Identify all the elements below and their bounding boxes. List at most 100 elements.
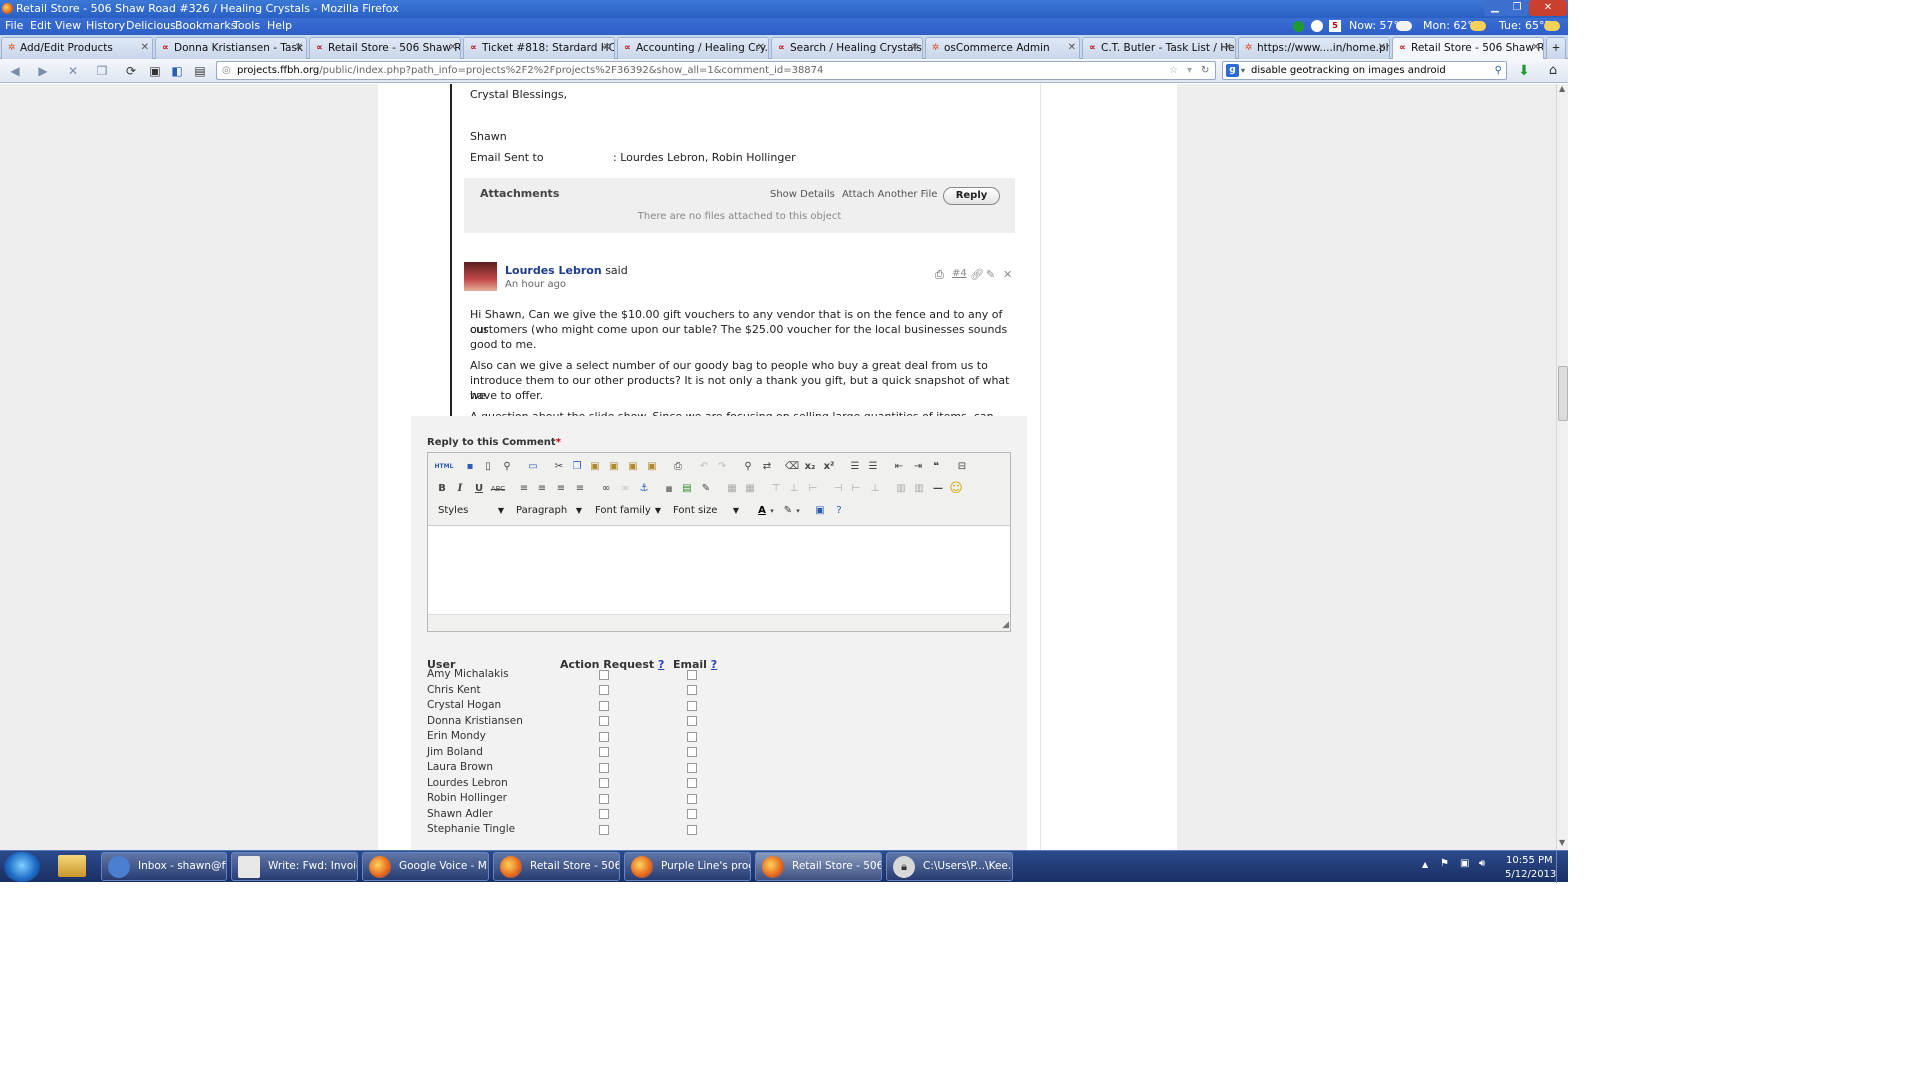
styles-dropdown[interactable]: Styles ▼ (434, 503, 506, 519)
comment-author-link[interactable]: Lourdes Lebron (505, 264, 602, 277)
copy-icon[interactable]: ❐ (569, 459, 585, 475)
tab-retail-store[interactable]: ∝Retail Store - 506 Shaw Ro...✕ (309, 37, 461, 59)
close-icon[interactable]: ✕ (1068, 38, 1076, 58)
numbered-list-icon[interactable]: ☰ (847, 459, 863, 475)
email-checkbox[interactable] (687, 747, 697, 757)
email-checkbox[interactable] (687, 778, 697, 788)
replace-icon[interactable]: ⇄ (759, 459, 775, 475)
anchor-icon[interactable]: ⚓ (636, 481, 652, 497)
action-request-checkbox[interactable] (599, 716, 609, 726)
close-icon[interactable]: ✕ (295, 38, 303, 58)
menu-file[interactable]: File (5, 19, 23, 32)
show-desktop-button[interactable] (1556, 851, 1568, 883)
font-size-dropdown[interactable]: Font size ▼ (669, 503, 741, 519)
star-icon[interactable]: ☆ (1169, 62, 1178, 79)
redo-icon[interactable]: ↷ (714, 459, 730, 475)
email-checkbox[interactable] (687, 670, 697, 680)
insert-row-after-icon[interactable]: ⊥ (786, 481, 802, 497)
close-icon[interactable]: ✕ (1224, 38, 1232, 58)
forward-button[interactable]: ▶ (34, 62, 52, 80)
start-button[interactable] (4, 852, 40, 882)
menu-bookmarks[interactable]: Bookmarks (175, 19, 236, 32)
tab-search[interactable]: ∝ Search / Healing Crystals ✕ (771, 37, 923, 59)
bookmark-toolbar-button[interactable]: ◧ (168, 62, 186, 80)
scroll-down-icon[interactable]: ▼ (1559, 838, 1565, 847)
chevron-down-icon[interactable]: ▾ (768, 503, 776, 519)
email-checkbox[interactable] (687, 825, 697, 835)
email-checkbox[interactable] (687, 809, 697, 819)
maximize-button[interactable]: ❐ (1506, 0, 1528, 16)
taskbar-retail-store-1[interactable]: Retail Store - 506 ... (493, 852, 620, 881)
cut-icon[interactable]: ✂ (551, 459, 567, 475)
chevron-down-icon[interactable]: ▾ (1241, 62, 1245, 79)
save-icon[interactable]: ▪ (462, 459, 478, 475)
indent-icon[interactable]: ⇥ (910, 459, 926, 475)
screenshot-button[interactable]: ▣ (146, 62, 164, 80)
delete-col-icon[interactable]: ⊥ (867, 481, 883, 497)
clock-time[interactable]: 10:55 PM (1506, 855, 1553, 866)
dropdown-icon[interactable]: ▾ (1187, 62, 1192, 79)
email-help-link[interactable]: ? (711, 658, 717, 671)
search-icon[interactable]: ⚲ (1495, 62, 1502, 79)
reply-button[interactable]: Reply (943, 187, 1000, 205)
close-button[interactable]: ✕ (1529, 0, 1567, 16)
align-justify-icon[interactable]: ≡ (572, 481, 588, 497)
close-icon[interactable]: ✕ (449, 38, 457, 58)
file-explorer-icon[interactable] (58, 855, 86, 877)
email-checkbox[interactable] (687, 716, 697, 726)
find-icon[interactable]: ⚲ (740, 459, 756, 475)
paste-text-icon[interactable]: ▣ (606, 459, 622, 475)
print-icon[interactable]: ⎙ (935, 268, 944, 282)
outdent-icon[interactable]: ⇤ (891, 459, 907, 475)
menu-edit[interactable]: Edit (30, 19, 51, 32)
subscript-icon[interactable]: x₂ (802, 459, 818, 475)
paste-icon[interactable]: ▣ (587, 459, 603, 475)
resize-handle-icon[interactable]: ◢ (1002, 620, 1009, 630)
undo-icon[interactable]: ↶ (696, 459, 712, 475)
tab-home-php[interactable]: ✲ https://www....in/home.php ✕ (1238, 37, 1390, 59)
email-checkbox[interactable] (687, 701, 697, 711)
fullscreen-icon[interactable]: ▣ (812, 503, 828, 519)
horizontal-rule-icon[interactable]: — (930, 481, 946, 497)
paste-word-icon[interactable]: ▣ (625, 459, 641, 475)
bullet-list-icon[interactable]: ☰ (865, 459, 881, 475)
strikethrough-icon[interactable]: ABC (490, 481, 506, 497)
merge-cells-icon[interactable]: ▥ (911, 481, 927, 497)
table-icon[interactable]: ▦ (724, 481, 740, 497)
delete-row-icon[interactable]: ⊢ (805, 481, 821, 497)
action-request-checkbox[interactable] (599, 794, 609, 804)
preview-icon[interactable]: ⚲ (499, 459, 515, 475)
url-bar[interactable]: ◎ projects.ffbh.org/public/index.php?pat… (216, 61, 1216, 80)
action-center-flag-icon[interactable]: ⚑ (1440, 858, 1449, 869)
taskbar-retail-store-active[interactable]: Retail Store - 506 ... (755, 852, 882, 881)
italic-icon[interactable]: I (452, 481, 468, 497)
html-source-icon[interactable]: HTML (434, 459, 454, 475)
edit-icon[interactable]: ✎ (986, 268, 995, 281)
underline-icon[interactable]: U (471, 481, 487, 497)
action-request-checkbox[interactable] (599, 685, 609, 695)
emoticon-icon[interactable]: ☺ (948, 481, 964, 497)
superscript-icon[interactable]: x² (821, 459, 837, 475)
close-icon[interactable]: ✕ (911, 38, 919, 58)
row-props-icon[interactable]: ▦ (742, 481, 758, 497)
select-all-icon[interactable]: ▣ (644, 459, 660, 475)
reply-text-area[interactable] (428, 525, 1010, 615)
clock-icon[interactable] (1311, 20, 1323, 32)
action-request-checkbox[interactable] (599, 778, 609, 788)
delete-icon[interactable]: ✕ (1003, 268, 1012, 281)
insert-row-before-icon[interactable]: ⊤ (768, 481, 784, 497)
close-icon[interactable]: ✕ (1378, 38, 1386, 58)
align-left-icon[interactable]: ≡ (516, 481, 532, 497)
calendar-icon[interactable]: 5 (1329, 20, 1341, 32)
status-green-icon[interactable] (1293, 21, 1304, 32)
clock-date[interactable]: 5/12/2013 (1505, 869, 1556, 880)
action-request-checkbox[interactable] (599, 670, 609, 680)
blockquote-icon[interactable]: ❝ (928, 459, 944, 475)
reload-button[interactable]: ⟳ (122, 62, 140, 80)
taskbar-google-voice[interactable]: Google Voice - M... (362, 852, 489, 881)
minimize-button[interactable]: ▁ (1484, 0, 1506, 16)
align-center-icon[interactable]: ≡ (534, 481, 550, 497)
chevron-down-icon[interactable]: ▾ (794, 503, 802, 519)
close-icon[interactable]: ✕ (141, 38, 149, 58)
new-tab-button[interactable]: + (1546, 37, 1566, 59)
